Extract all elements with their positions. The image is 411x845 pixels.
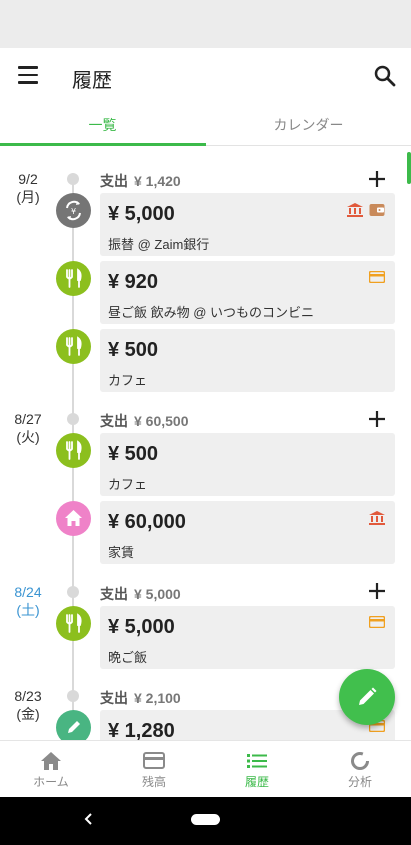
day-date: 8/27 (火) — [0, 410, 56, 446]
hamburger-menu-icon[interactable] — [16, 66, 40, 86]
entry-amount: ¥ 500 — [108, 339, 159, 361]
tab-list[interactable]: 一覧 — [0, 104, 205, 146]
day-total-label: 支出 — [100, 586, 128, 602]
list-icon — [247, 754, 267, 768]
day-total-label: 支出 — [100, 413, 128, 429]
nav-balance[interactable]: 残高 — [103, 741, 205, 798]
entry-card[interactable]: ¥ 920 昼ご飯 飲み物 @ いつものコンビニ — [100, 261, 395, 324]
day-total-label: 支出 — [100, 173, 128, 189]
timeline-dot — [67, 173, 79, 185]
entry-card[interactable]: ¥ 60,000 家賃 — [100, 501, 395, 564]
transfer-icon: ¥ — [56, 193, 91, 228]
scrollbar[interactable] — [407, 152, 411, 184]
history-list[interactable]: 9/2 (月) 支出 ¥ 1,420 ¥ ¥ 5,000 振替 @ Zaim銀行 … — [0, 146, 411, 740]
nav-label: ホーム — [33, 775, 69, 789]
entry-amount: ¥ 500 — [108, 443, 159, 465]
timeline-dot — [67, 413, 79, 425]
fork-knife-icon — [56, 433, 91, 468]
svg-text:¥: ¥ — [71, 207, 76, 216]
day-date: 8/23 (金) — [0, 687, 56, 723]
app-bar: 履歴 — [0, 48, 411, 104]
fork-knife-icon — [56, 329, 91, 364]
entry-amount: ¥ 920 — [108, 271, 159, 293]
entry-description: 家賃 — [108, 545, 135, 560]
donut-chart-icon — [351, 752, 369, 770]
home-pill-button[interactable] — [191, 814, 220, 825]
date-label: 9/2 — [18, 171, 38, 187]
fork-knife-icon — [56, 606, 91, 641]
nav-home[interactable]: ホーム — [0, 741, 102, 798]
nav-label: 残高 — [141, 775, 166, 789]
timeline-dot — [67, 690, 79, 702]
date-label: 8/24 — [14, 584, 42, 600]
entry-description: 振替 @ Zaim銀行 — [108, 237, 210, 252]
card-icon — [143, 752, 165, 769]
bank-icon — [369, 511, 385, 525]
add-record-fab[interactable] — [339, 669, 395, 725]
pencil-icon — [359, 687, 377, 705]
timeline-dot — [67, 586, 79, 598]
day-date: 8/24 (土) — [0, 583, 56, 619]
weekday-label: (火) — [16, 429, 40, 445]
entry-amount: ¥ 5,000 — [108, 203, 175, 225]
back-icon[interactable] — [82, 811, 96, 827]
wallet-icon — [369, 204, 385, 216]
system-navigation-bar — [0, 797, 411, 845]
search-icon[interactable] — [371, 62, 399, 90]
entry-description: 昼ご飯 飲み物 @ いつものコンビニ — [108, 305, 315, 320]
day-date: 9/2 (月) — [0, 170, 56, 206]
nav-history[interactable]: 履歴 — [206, 741, 308, 798]
day-total: 支出 ¥ 60,500 — [100, 411, 189, 431]
date-label: 8/27 — [14, 411, 42, 427]
bank-icon — [347, 203, 363, 217]
entry-card[interactable]: ¥ 500 カフェ — [100, 433, 395, 496]
entry-description: カフェ — [108, 477, 148, 492]
tab-calendar[interactable]: カレンダー — [206, 104, 411, 146]
entry-amount: ¥ 1,280 — [108, 720, 175, 740]
house-icon — [56, 501, 91, 536]
add-entry-button[interactable] — [364, 406, 390, 432]
date-label: 8/23 — [14, 688, 42, 704]
entry-description: 晩ご飯 — [108, 650, 148, 665]
add-entry-button[interactable] — [364, 166, 390, 192]
day-total-value: ¥ 1,420 — [134, 173, 181, 189]
tab-bar: 一覧 カレンダー — [0, 104, 411, 146]
nav-label: 分析 — [347, 775, 372, 789]
entry-card[interactable]: ¥ 5,000 晩ご飯 — [100, 606, 395, 669]
weekday-label: (金) — [16, 706, 40, 722]
entry-card[interactable]: ¥ 5,000 振替 @ Zaim銀行 — [100, 193, 395, 256]
entry-card[interactable]: ¥ 500 カフェ — [100, 329, 395, 392]
pencil-icon — [56, 710, 91, 740]
status-bar — [0, 0, 411, 48]
home-icon — [41, 752, 61, 770]
add-entry-button[interactable] — [364, 578, 390, 604]
nav-label: 履歴 — [244, 775, 269, 789]
day-total-value: ¥ 60,500 — [134, 413, 189, 429]
bottom-navigation: ホーム 残高 履歴 分析 — [0, 740, 411, 797]
weekday-label: (月) — [16, 189, 40, 205]
card-icon — [369, 616, 385, 628]
entry-amount: ¥ 5,000 — [108, 616, 175, 638]
day-total: 支出 ¥ 5,000 — [100, 584, 181, 604]
entry-description: カフェ — [108, 373, 148, 388]
page-title: 履歴 — [72, 70, 112, 92]
day-total: 支出 ¥ 1,420 — [100, 171, 181, 191]
entry-amount: ¥ 60,000 — [108, 511, 186, 533]
day-total-value: ¥ 2,100 — [134, 690, 181, 706]
card-icon — [369, 271, 385, 283]
day-total-value: ¥ 5,000 — [134, 586, 181, 602]
day-total: 支出 ¥ 2,100 — [100, 688, 181, 708]
fork-knife-icon — [56, 261, 91, 296]
day-total-label: 支出 — [100, 690, 128, 706]
nav-analysis[interactable]: 分析 — [309, 741, 411, 798]
weekday-label: (土) — [16, 602, 40, 618]
